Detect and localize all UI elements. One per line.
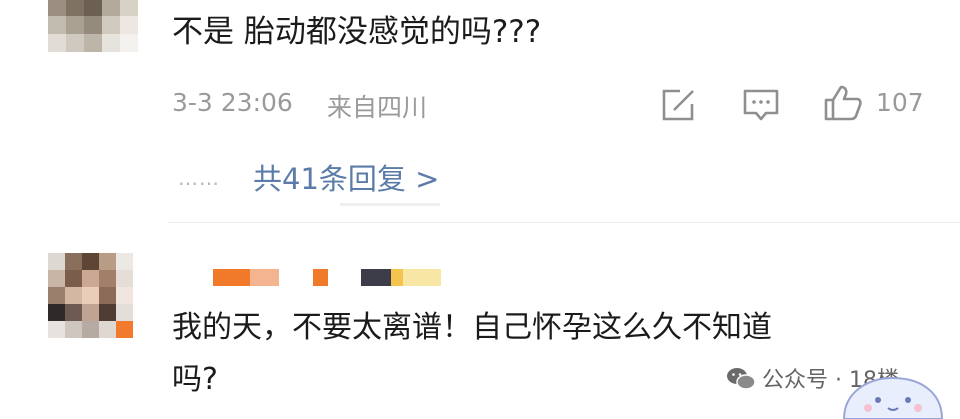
comment-location: 来自四川 xyxy=(327,93,428,122)
wechat-icon xyxy=(727,368,756,390)
like-count: 107 xyxy=(876,88,924,117)
comment-date: 3-3 23:06 xyxy=(172,88,293,117)
username-redacted[interactable] xyxy=(250,269,279,286)
share-icon[interactable] xyxy=(660,88,696,122)
like-icon[interactable] xyxy=(823,84,863,122)
username-redacted[interactable] xyxy=(313,269,328,286)
username-redacted[interactable] xyxy=(361,269,391,286)
comment-text: 不是 胎动都没感觉的吗??? xyxy=(172,14,542,50)
divider xyxy=(168,222,960,223)
separator-dash xyxy=(340,203,440,206)
comment-text-line1: 我的天，不要太离谱！自己怀孕这么久不知道 xyxy=(172,310,772,345)
username-redacted[interactable] xyxy=(403,269,441,286)
view-replies-link[interactable]: 共41条回复 > xyxy=(253,156,439,198)
avatar[interactable] xyxy=(48,0,138,52)
sticker-icon xyxy=(842,376,944,419)
reply-dots: …… xyxy=(178,166,220,190)
avatar[interactable] xyxy=(48,253,133,338)
comment-text-line2: 吗? xyxy=(172,362,218,397)
username-redacted[interactable] xyxy=(391,269,403,286)
comment-icon[interactable] xyxy=(742,88,780,122)
username-redacted[interactable] xyxy=(213,269,250,286)
